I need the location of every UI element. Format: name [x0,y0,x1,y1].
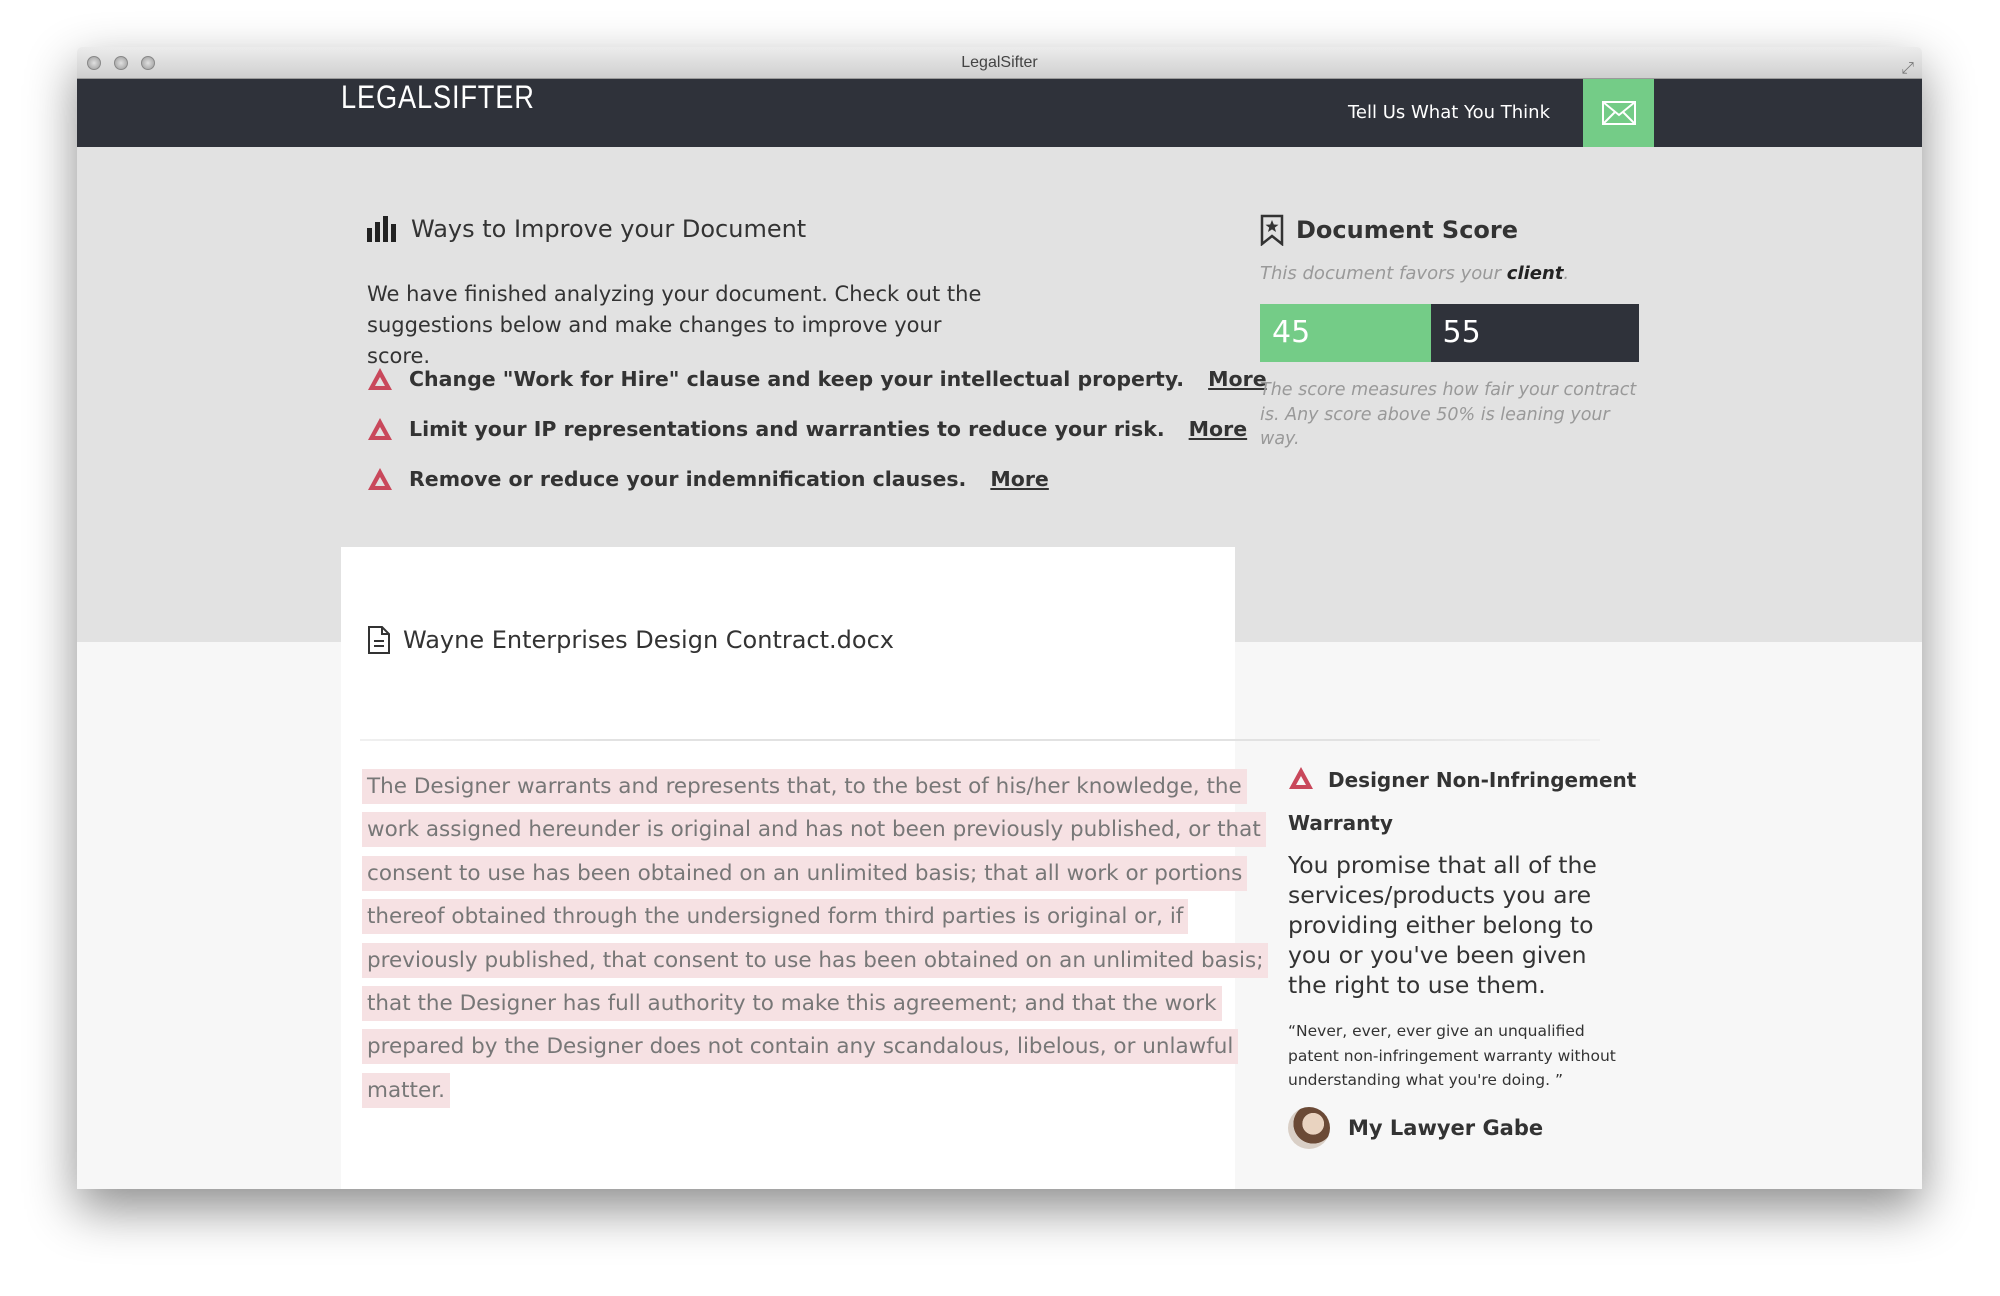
close-window-button[interactable] [87,56,101,70]
bookmark-star-icon [1260,214,1284,246]
warning-triangle-icon [1289,767,1313,789]
improve-intro: We have finished analyzing your document… [367,282,982,368]
insight-summary: You promise that all of the services/pro… [1288,851,1597,999]
author-name: My Lawyer Gabe [1348,1116,1544,1140]
improve-title: Ways to Improve your Document [411,215,807,243]
favors-suffix: . [1563,263,1570,284]
improve-heading: Ways to Improve your Document [367,215,806,243]
score-bar: 45 55 [1260,304,1639,362]
warning-triangle-icon [368,368,392,390]
window-title: LegalSifter [961,54,1038,71]
logo[interactable]: LEGALSIFTER [341,79,535,116]
envelope-icon [1601,101,1636,125]
minimize-window-button[interactable] [114,56,128,70]
insight-title: Designer Non-Infringement Warranty [1288,759,1648,845]
warning-triangle-icon [368,418,392,440]
favors-text: This document favors your client. [1260,263,1569,284]
insight-quote: “Never, ever, ever give an unqualified p… [1288,1022,1616,1089]
document-header: Wayne Enterprises Design Contract.docx [367,625,894,655]
more-link[interactable]: More [1208,367,1267,391]
divider [360,739,1600,741]
zoom-window-button[interactable] [141,56,155,70]
score-right-segment: 55 [1430,304,1639,362]
warning-triangle-icon [368,468,392,490]
more-link[interactable]: More [1189,417,1248,441]
top-nav: LEGALSIFTER Tell Us What You Think [77,79,1922,147]
suggestion-text: Remove or reduce your indemnification cl… [409,467,967,491]
score-title: Document Score [1296,216,1519,244]
suggestion-item: Limit your IP representations and warran… [367,417,1247,441]
app-window: LegalSifter ⤢ LEGALSIFTER Tell Us What Y… [77,47,1922,1189]
document-filename: Wayne Enterprises Design Contract.docx [403,626,894,654]
avatar [1288,1107,1330,1149]
suggestion-item: Change "Work for Hire" clause and keep y… [367,367,1267,391]
clause-text[interactable]: The Designer warrants and represents tha… [362,769,1269,1108]
suggestion-text: Limit your IP representations and warran… [409,417,1165,441]
quote-author: My Lawyer Gabe [1288,1107,1543,1149]
score-heading: Document Score [1260,214,1518,246]
suggestion-item: Remove or reduce your indemnification cl… [367,467,1049,491]
title-bar: LegalSifter ⤢ [77,47,1922,79]
score-note: The score measures how fair your contrac… [1260,380,1637,449]
document-icon [368,626,390,654]
favors-party: client [1506,263,1564,284]
feedback-button[interactable] [1583,79,1654,147]
feedback-link[interactable]: Tell Us What You Think [1348,79,1550,147]
suggestion-text: Change "Work for Hire" clause and keep y… [409,367,1185,391]
score-left-segment: 45 [1260,304,1431,362]
highlighted-clause[interactable]: The Designer warrants and represents tha… [362,765,1294,1112]
favors-prefix: This document favors your [1260,263,1507,284]
bar-chart-icon [367,216,396,242]
insight-title-text: Designer Non-Infringement Warranty [1288,768,1637,835]
more-link[interactable]: More [990,467,1049,491]
